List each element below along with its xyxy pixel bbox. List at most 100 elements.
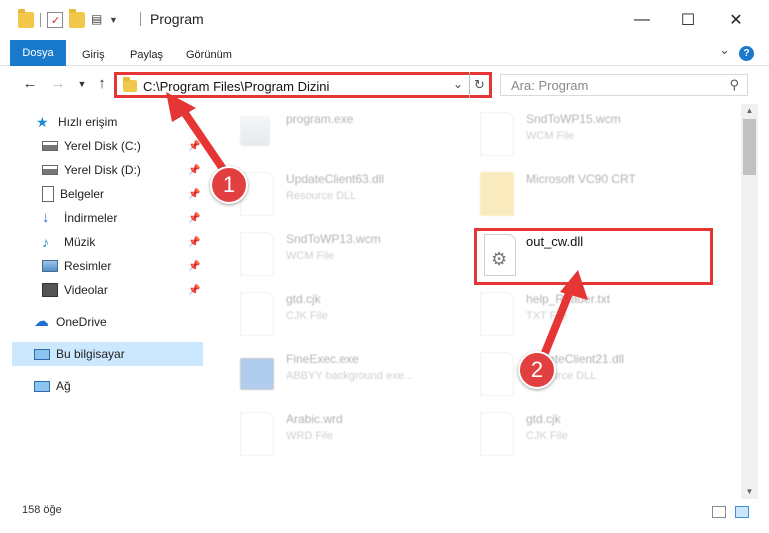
file-item[interactable]: Arabic.wrd WRD File [216,406,456,464]
pin-icon[interactable]: 📌 [188,141,200,152]
download-icon: ↓ [42,209,50,226]
cloud-icon: ☁ [34,313,49,330]
customize-dropdown-icon[interactable]: ▼ [109,15,118,25]
computer-icon [34,348,50,360]
pin-icon[interactable]: 📌 [188,261,200,272]
file-item[interactable]: UpdateClient21.dll Resource DLL [456,346,696,404]
file-icon [240,232,274,276]
scroll-up-icon[interactable]: ▲ [741,104,758,118]
file-name: FineExec.exe [286,352,359,366]
pin-icon[interactable]: 📌 [188,285,200,296]
pin-icon[interactable]: 📌 [188,189,200,200]
file-name: Microsoft VC90 CRT [526,172,636,186]
documents-icon [42,186,54,202]
status-bar: 158 öğe [0,499,769,533]
search-icon: ⚲ [729,77,739,92]
file-type: WCM File [286,250,335,262]
nav-label: Ağ [56,379,71,393]
dll-icon [480,352,514,396]
file-name: gtd.cjk [526,412,561,426]
refresh-button[interactable]: ↻ [469,72,489,98]
star-icon: ★ [36,114,49,130]
title-bar: ✓ ▤ ▼ Program — ☐ ✕ [0,0,769,40]
back-button[interactable]: ← [20,74,40,94]
file-type: ABBYY background exe... [286,370,413,382]
file-name: SndToWP13.wcm [286,232,381,246]
nav-label: Yerel Disk (D:) [64,163,141,177]
minimize-button[interactable]: — [619,0,665,40]
exe-icon [240,358,274,390]
item-count: 158 öğe [22,504,62,516]
file-type: Resource DLL [286,190,357,202]
pin-icon[interactable]: 📌 [188,237,200,248]
ribbon-tabs: Dosya Giriş Paylaş Görünüm ⌄ ? [0,40,769,66]
nav-label: Belgeler [60,187,105,201]
file-item[interactable]: SndToWP13.wcm WCM File [216,226,456,284]
file-item[interactable]: gtd.cjk CJK File [456,406,696,464]
address-field[interactable]: C:\Program Files\Program Dizini ⌄ ↻ [114,72,492,98]
forward-button[interactable]: → [48,74,68,94]
quick-access-toolbar: ✓ ▤ ▼ [18,9,118,30]
navigation-pane: ★ Hızlı erişim Yerel Disk (C:) 📌 Yerel D… [0,108,206,496]
network-icon [34,380,50,392]
file-item[interactable]: UpdateClient63.dll Resource DLL [216,166,456,224]
highlight-box [474,228,713,285]
nav-label: Yerel Disk (C:) [64,139,141,153]
file-item[interactable]: help_Reader.txt TXT File [456,286,696,344]
folder-icon [18,9,34,28]
file-item[interactable]: SndToWP15.wcm WCM File [456,106,696,164]
videos-icon [42,283,58,297]
customize-icon[interactable]: ▤ [91,12,107,28]
file-type: WRD File [286,430,334,442]
close-button[interactable]: ✕ [713,0,759,40]
help-icon[interactable]: ? [739,46,754,61]
properties-icon[interactable]: ✓ [47,12,63,28]
nav-label: Bu bilgisayar [56,347,125,361]
scroll-thumb[interactable] [743,119,756,175]
details-view-button[interactable] [712,506,726,518]
file-type: TXT File [526,310,568,322]
file-icon [480,112,514,156]
file-name: Arabic.wrd [286,412,343,426]
search-placeholder: Ara: Program [511,78,589,93]
file-item[interactable]: gtd.cjk CJK File [216,286,456,344]
nav-label: Videolar [64,283,108,297]
up-button[interactable]: ↑ [92,74,112,94]
recent-locations-button[interactable]: ▼ [72,74,92,94]
nav-this-pc[interactable]: Bu bilgisayar [12,342,203,366]
address-path: C:\Program Files\Program Dizini [143,79,330,94]
music-icon: ♪ [42,234,49,250]
separator [140,12,141,26]
tab-share[interactable]: Paylaş [130,44,163,66]
large-icons-view-button[interactable] [735,506,749,518]
file-item[interactable]: FineExec.exe ABBYY background exe... [216,346,456,404]
file-type: WCM File [526,130,575,142]
file-name: program.exe [286,112,354,126]
scroll-down-icon[interactable]: ▼ [741,485,758,499]
file-name: gtd.cjk [286,292,321,306]
file-name: SndToWP15.wcm [526,112,621,126]
tab-view[interactable]: Görünüm [186,44,232,66]
nav-label: İndirmeler [64,211,118,225]
pin-icon[interactable]: 📌 [188,213,200,224]
tab-file[interactable]: Dosya [10,40,66,66]
file-item[interactable]: Microsoft VC90 CRT [456,166,696,224]
pin-icon[interactable]: 📌 [188,165,200,176]
step-badge-2: 2 [518,351,556,389]
address-toolbar: ← → ▼ ↑ C:\Program Files\Program Dizini … [0,66,769,104]
nav-label: Hızlı erişim [58,115,118,129]
vertical-scrollbar[interactable]: ▲ ▼ [741,104,758,499]
file-icon [240,292,274,336]
file-name: UpdateClient63.dll [286,172,385,186]
address-dropdown-icon[interactable]: ⌄ [453,77,463,91]
step-badge-1: 1 [210,166,248,204]
folder-icon [123,77,137,92]
maximize-button[interactable]: ☐ [665,0,711,40]
separator [40,13,41,27]
expand-ribbon-icon[interactable]: ⌄ [719,42,730,58]
search-input[interactable]: Ara: Program ⚲ [500,74,748,96]
file-item[interactable]: program.exe [216,106,456,164]
tab-home[interactable]: Giriş [82,44,105,66]
nav-label: OneDrive [56,315,107,329]
new-folder-icon[interactable] [69,9,85,28]
